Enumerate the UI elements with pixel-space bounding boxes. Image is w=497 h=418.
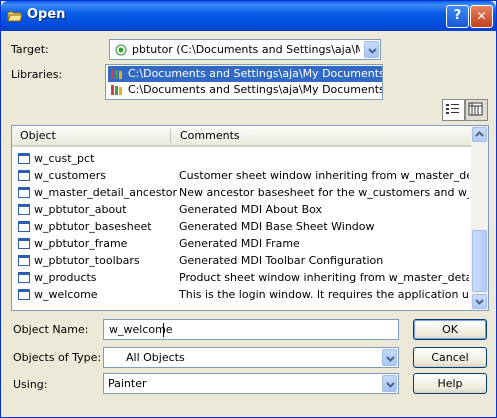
chevron-down-icon bbox=[386, 356, 395, 362]
target-dropdown-button[interactable] bbox=[364, 41, 379, 58]
window-object-icon bbox=[18, 204, 30, 215]
objects-of-type-dropdown-button[interactable] bbox=[382, 349, 397, 366]
window-object-icon bbox=[18, 272, 30, 283]
scroll-down-button[interactable] bbox=[472, 294, 487, 309]
object-name-input[interactable]: w_welcome bbox=[103, 319, 399, 340]
text-caret bbox=[163, 323, 164, 337]
window-object-icon bbox=[18, 238, 30, 249]
object-name: w_pbtutor_toolbars bbox=[34, 254, 140, 267]
list-item[interactable]: w_welcome This is the login window. It r… bbox=[12, 286, 470, 303]
list-item[interactable]: w_pbtutor_about Generated MDI About Box bbox=[12, 201, 470, 218]
title-bar[interactable]: Open ? ✕ bbox=[1, 1, 496, 31]
window-object-icon bbox=[18, 170, 30, 181]
open-dialog: Open ? ✕ Target: pbtutor (C:\Documents a… bbox=[0, 0, 497, 418]
library-path: C:\Documents and Settings\aja\My Documen… bbox=[128, 83, 382, 96]
window-object-icon bbox=[18, 153, 30, 164]
object-name: w_customers bbox=[34, 169, 107, 182]
target-combo[interactable]: pbtutor (C:\Documents and Settings\aja\M… bbox=[109, 39, 381, 60]
column-header-comments[interactable]: Comments bbox=[180, 129, 240, 142]
object-name: w_pbtutor_basesheet bbox=[34, 220, 152, 233]
vertical-scrollbar[interactable] bbox=[471, 126, 488, 310]
target-radio-icon bbox=[115, 44, 127, 56]
list-item[interactable]: w_pbtutor_basesheet Generated MDI Base S… bbox=[12, 218, 470, 235]
window-object-icon bbox=[18, 221, 30, 232]
object-comment: Generated MDI About Box bbox=[179, 203, 323, 216]
object-name: w_pbtutor_frame bbox=[34, 237, 128, 250]
object-comment: New ancestor basesheet for the w_custome… bbox=[179, 186, 469, 199]
using-dropdown-button[interactable] bbox=[382, 375, 397, 392]
object-name: w_master_detail_ancestor bbox=[34, 186, 178, 199]
library-path: C:\Documents and Settings\aja\My Documen… bbox=[128, 67, 382, 80]
object-comment: This is the login window. It requires th… bbox=[179, 288, 469, 301]
list-view-icon bbox=[446, 104, 459, 114]
list-item[interactable]: w_pbtutor_toolbars Generated MDI Toolbar… bbox=[12, 252, 470, 269]
chevron-down-icon bbox=[368, 48, 377, 54]
list-header: Object Comments bbox=[12, 126, 471, 147]
object-comment: Generated MDI Frame bbox=[179, 237, 300, 250]
list-item[interactable]: w_master_detail_ancestor New ancestor ba… bbox=[12, 184, 470, 201]
object-name: w_pbtutor_about bbox=[34, 203, 127, 216]
object-comment: Generated MDI Base Sheet Window bbox=[179, 220, 375, 233]
cancel-button[interactable]: Cancel bbox=[413, 347, 487, 368]
chevron-up-icon bbox=[475, 131, 484, 137]
objects-of-type-label: Objects of Type: bbox=[13, 351, 102, 364]
target-value: pbtutor (C:\Documents and Settings\aja\M… bbox=[132, 43, 360, 56]
title-help-button[interactable]: ? bbox=[446, 5, 469, 28]
window-title: Open bbox=[27, 7, 66, 22]
list-item[interactable]: w_products Product sheet window inheriti… bbox=[12, 269, 470, 286]
list-view-button[interactable] bbox=[442, 99, 465, 121]
list-item[interactable]: w_pbtutor_frame Generated MDI Frame bbox=[12, 235, 470, 252]
objects-of-type-combo[interactable]: All Objects bbox=[103, 347, 399, 368]
object-listview[interactable]: Object Comments w_cust_pct w_customers C… bbox=[11, 125, 489, 311]
window-object-icon bbox=[18, 187, 30, 198]
object-name-label: Object Name: bbox=[13, 323, 89, 336]
libraries-label: Libraries: bbox=[11, 68, 63, 81]
target-label: Target: bbox=[11, 43, 49, 56]
scroll-up-button[interactable] bbox=[472, 127, 487, 142]
help-button[interactable]: Help bbox=[413, 373, 487, 394]
using-combo[interactable]: Painter bbox=[103, 373, 399, 394]
object-comment: Customer sheet window inheriting from w_… bbox=[179, 169, 469, 182]
object-comment: Product sheet window inheriting from w_m… bbox=[179, 271, 469, 284]
library-icon bbox=[111, 69, 122, 79]
libraries-listbox[interactable]: C:\Documents and Settings\aja\My Documen… bbox=[105, 64, 383, 100]
library-item[interactable]: C:\Documents and Settings\aja\My Documen… bbox=[108, 82, 382, 98]
column-divider[interactable] bbox=[170, 129, 171, 143]
object-name: w_cust_pct bbox=[34, 152, 95, 165]
window-object-icon bbox=[18, 255, 30, 266]
object-name: w_products bbox=[34, 271, 97, 284]
column-header-object[interactable]: Object bbox=[20, 129, 56, 142]
object-comment: Generated MDI Toolbar Configuration bbox=[179, 254, 384, 267]
details-view-icon bbox=[468, 102, 483, 116]
library-item[interactable]: C:\Documents and Settings\aja\My Documen… bbox=[108, 66, 382, 82]
chevron-down-icon bbox=[386, 382, 395, 388]
library-icon bbox=[111, 85, 122, 95]
objects-of-type-value: All Objects bbox=[126, 351, 185, 364]
scroll-thumb[interactable] bbox=[472, 230, 487, 292]
ok-button[interactable]: OK bbox=[413, 319, 487, 340]
object-name: w_welcome bbox=[34, 288, 98, 301]
using-value: Painter bbox=[108, 377, 147, 390]
title-close-button[interactable]: ✕ bbox=[470, 5, 493, 28]
chevron-down-icon bbox=[475, 299, 484, 305]
details-view-button[interactable] bbox=[465, 99, 488, 121]
window-object-icon bbox=[18, 289, 30, 300]
list-item[interactable]: w_cust_pct bbox=[12, 150, 470, 167]
list-item[interactable]: w_customers Customer sheet window inheri… bbox=[12, 167, 470, 184]
folder-open-icon bbox=[7, 11, 23, 22]
using-label: Using: bbox=[13, 378, 48, 391]
